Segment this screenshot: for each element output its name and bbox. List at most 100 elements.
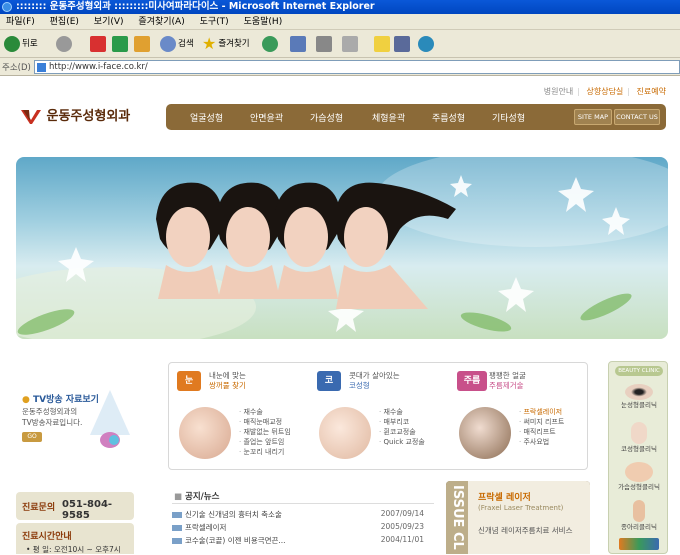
address-bar: 주소(D) http://www.i-face.co.kr/ (0, 58, 680, 76)
page-icon (37, 63, 46, 72)
eye-item[interactable]: 재발없는 뒤트임 (239, 427, 290, 437)
nav-breast[interactable]: 가슴성형 (310, 111, 343, 124)
clinic-breast[interactable]: 가슴성형클리닉 (613, 462, 665, 492)
nose-item[interactable]: 휜코교정술 (379, 427, 425, 437)
toplink-reservation[interactable]: 진료예약 (637, 87, 666, 96)
nav-contour[interactable]: 안면윤곽 (250, 111, 283, 124)
back-arrow-icon (4, 35, 20, 52)
hours-label: 진료시간안내 (22, 532, 72, 542)
messenger-button[interactable] (418, 35, 436, 53)
model-face-4 (328, 179, 458, 309)
home-button[interactable] (134, 35, 152, 53)
history-button[interactable] (262, 35, 280, 53)
eye-item[interactable]: 눈꼬리 내리기 (239, 447, 291, 457)
clinic-calf[interactable]: 종아리클리닉 (613, 500, 665, 532)
site-logo[interactable]: 운동주성형외과 (20, 105, 130, 126)
eye-icon (625, 384, 653, 400)
back-button[interactable]: 뒤로 (4, 35, 38, 53)
research-button[interactable] (394, 35, 412, 53)
nose-item[interactable]: Quick 교정술 (379, 437, 424, 447)
wrinkle-thumbnail (459, 407, 511, 459)
refresh-button[interactable] (112, 35, 130, 53)
notice-row[interactable]: 프락셀레이저 2005/09/23 (172, 522, 434, 533)
wrinkle-item[interactable]: 주사요법 (519, 437, 564, 447)
nav-etc[interactable]: 기타성형 (492, 111, 525, 124)
menu-edit[interactable]: 편집(E) (44, 14, 85, 30)
menu-bar: 파일(F) 편집(E) 보기(V) 즐겨찾기(A) 도구(T) 도움말(H) (0, 14, 680, 30)
address-input[interactable]: http://www.i-face.co.kr/ (34, 60, 680, 74)
wrinkle-item[interactable]: 매직리프트 (519, 427, 564, 437)
home-icon (134, 35, 150, 52)
nose-item[interactable]: 매부리코 (379, 417, 425, 427)
eye-badge[interactable]: 눈 (177, 371, 201, 391)
edit-button[interactable] (342, 35, 360, 53)
hours-info-box: 진료시간안내 • 평 일: 오전10시 ~ 오후7시 (16, 523, 134, 554)
menu-file[interactable]: 파일(F) (0, 14, 41, 30)
issue-description: 신개념 레이저주름치료 서비스 (478, 526, 573, 535)
clinic-eye[interactable]: 눈성형클리닉 (613, 384, 665, 410)
menu-help[interactable]: 도움말(H) (238, 14, 289, 30)
issue-clinic-box[interactable]: ISSUE CL 프락셀 레이저 (Fraxel Laser Treatment… (446, 481, 590, 554)
history-icon (262, 35, 278, 52)
menu-tools[interactable]: 도구(T) (194, 14, 235, 30)
eye-item[interactable]: 재수술 (239, 407, 291, 417)
eye-item[interactable]: 졸업는 앞트임 (239, 437, 291, 447)
print-button[interactable] (316, 35, 334, 53)
category-eye: 눈 내눈에 맞는쌍꺼풀 찾기 재수술 매직눈매교정 재발없는 뒤트임 졸업는 앞… (169, 363, 309, 471)
window-title: :::::::: 운동주성형외과 :::::::::미사여파라다이스 - Mic… (16, 1, 375, 12)
toplink-consult[interactable]: 상향상담실 (586, 87, 623, 96)
messenger-icon (418, 35, 434, 52)
toplink-hospital-info[interactable]: 병원안내 (544, 87, 573, 96)
wrinkle-line1: 팽팽한 얼굴 (489, 371, 526, 380)
hero-banner (16, 157, 668, 339)
wrinkle-item[interactable]: 써미지 리프트 (519, 417, 564, 427)
new-icon (172, 512, 182, 518)
address-label: 주소(D) (2, 63, 31, 73)
eye-submenu: 재수술 매직눈매교정 재발없는 뒤트임 졸업는 앞트임 눈꼬리 내리기 (239, 407, 291, 457)
eye-thumbnail (179, 407, 231, 459)
notice-row[interactable]: 코수술(코끝) 이젠 비용극면끈... 2004/11/01 (172, 535, 434, 546)
sitemap-button[interactable]: SITE MAP (574, 109, 612, 125)
eye-line2: 쌍꺼풀 찾기 (209, 381, 246, 390)
nose-submenu: 재수술 매부리코 휜코교정술 Quick 교정술 (379, 407, 425, 447)
nose-line2: 코성형 (349, 381, 370, 390)
forward-button[interactable] (56, 35, 74, 53)
category-panel: 눈 내눈에 맞는쌍꺼풀 찾기 재수술 매직눈매교정 재발없는 뒤트임 졸업는 앞… (168, 362, 588, 470)
nav-body[interactable]: 체형윤곽 (372, 111, 405, 124)
more-clinic-icon (619, 538, 659, 550)
call-phone: 051-804-9585 (62, 499, 113, 521)
call-info-box: 진료문의 051-804-9585 (16, 492, 134, 521)
web-page: 병원안내 | 상향상담실 | 진료예약 운동주성형외과 얼굴성형 안면윤곽 가슴성형… (0, 77, 680, 554)
nose-thumbnail (319, 407, 371, 459)
stop-button[interactable] (90, 35, 108, 53)
notice-row[interactable]: 신기술 신개념의 흉터치 축소술 2007/09/14 (172, 509, 434, 520)
call-label: 진료문의 (22, 503, 56, 513)
mail-button[interactable] (290, 35, 308, 53)
nav-wrinkle[interactable]: 주름성형 (432, 111, 465, 124)
menu-favorites[interactable]: 즐겨찾기(A) (132, 14, 190, 30)
breast-icon (625, 462, 653, 482)
discuss-button[interactable] (374, 35, 392, 53)
nav-face[interactable]: 얼굴성형 (190, 111, 223, 124)
address-url: http://www.i-face.co.kr/ (49, 62, 148, 72)
search-button[interactable]: 검색 (160, 35, 194, 53)
clinic-nose[interactable]: 코성형클리닉 (613, 422, 665, 454)
tv-archive-box[interactable]: ● TV방송 자료보기 운동주성형외과의 TV방송자료입니다. GO (18, 382, 138, 452)
contact-button[interactable]: CONTACT US (614, 109, 660, 125)
nose-item[interactable]: 재수술 (379, 407, 425, 417)
eye-item[interactable]: 매직눈매교정 (239, 417, 291, 427)
top-links: 병원안내 | 상향상담실 | 진료예약 (543, 87, 666, 96)
clinic-more[interactable] (613, 538, 665, 550)
favorites-button[interactable]: ★ 즐겨찾기 (202, 35, 250, 53)
wrinkle-submenu: 프락셀레이저 써미지 리프트 매직리프트 주사요법 (519, 407, 564, 447)
hours-line: • 평 일: 오전10시 ~ 오후7시 (26, 545, 121, 554)
menu-view[interactable]: 보기(V) (88, 14, 130, 30)
note-icon (374, 35, 390, 52)
wrinkle-badge[interactable]: 주름 (457, 371, 487, 391)
main-nav: 얼굴성형 안면윤곽 가슴성형 체형윤곽 주름성형 기타성형 SITE MAP C… (166, 104, 666, 130)
nose-badge[interactable]: 코 (317, 371, 341, 391)
tv-go-button[interactable]: GO (22, 432, 42, 442)
star-icon: ★ (202, 33, 217, 53)
wrinkle-item[interactable]: 프락셀레이저 (519, 407, 564, 417)
notice-board: ■ 공지/뉴스 신기술 신개념의 흉터치 축소술 2007/09/14 프락셀레이… (168, 485, 438, 554)
